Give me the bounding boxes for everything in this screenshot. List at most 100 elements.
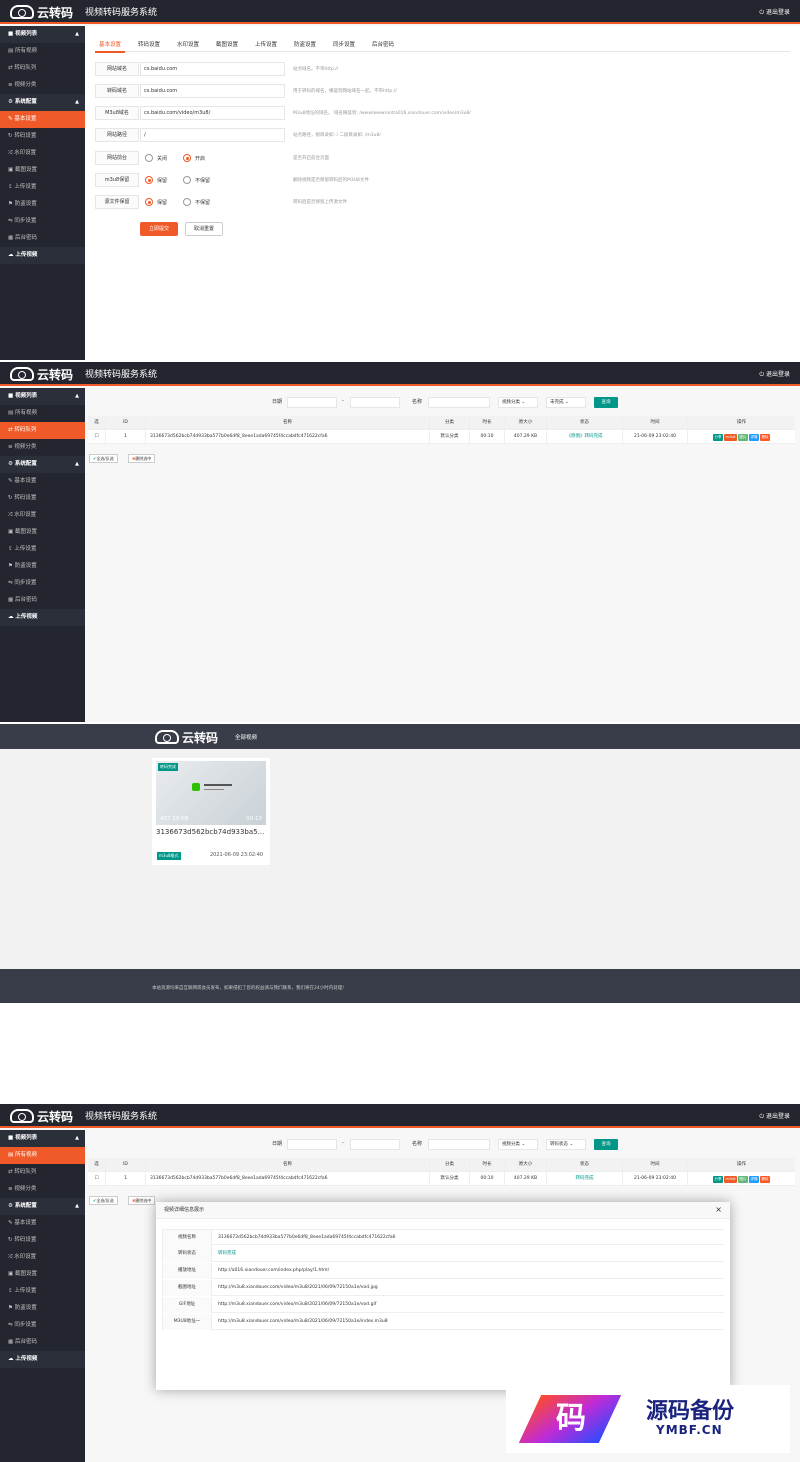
sidebar-item-upload-settings[interactable]: ⇪ 上传设置 — [0, 1283, 85, 1300]
reset-button[interactable]: 取消重置 — [185, 222, 223, 236]
tab-antitheft[interactable]: 防盗设置 — [294, 40, 316, 48]
date-start-input[interactable] — [287, 397, 337, 408]
sidebar-item-screenshot[interactable]: ▣ 截图设置 — [0, 162, 85, 179]
source-keep-radio[interactable]: 保留 — [145, 198, 167, 206]
nav-all-videos[interactable]: 全部视频 — [235, 733, 257, 741]
sidebar-item-queue[interactable]: ⇄ 转码队列 — [0, 1164, 85, 1181]
sidebar-item-category[interactable]: ≡ 视频分类 — [0, 1181, 85, 1198]
tab-password[interactable]: 后台密码 — [372, 40, 394, 48]
m3u8-button[interactable]: m3u8 — [723, 434, 738, 441]
m3u8-keep-radio[interactable]: 保留 — [145, 176, 167, 184]
sidebar-item-basic[interactable]: ✎ 基本设置 — [0, 111, 85, 128]
share-button[interactable]: 分享 — [712, 1176, 723, 1183]
source-nokeep-radio[interactable]: 不保留 — [183, 198, 210, 206]
sidebar-group-video[interactable]: ■ 视频列表 ▲ — [0, 26, 85, 43]
delete-selected-button[interactable]: ✖删除选中 — [128, 454, 156, 463]
search-button[interactable]: 查询 — [594, 397, 618, 408]
detail-button[interactable]: 详情 — [749, 1176, 760, 1183]
sidebar-group-video[interactable]: ■ 视频列表 ▲ — [0, 388, 85, 405]
tab-watermark[interactable]: 水印设置 — [177, 40, 199, 48]
m3u8-button[interactable]: m3u8 — [723, 1176, 738, 1183]
sidebar-group-config[interactable]: ⚙ 系统配置 ▲ — [0, 1198, 85, 1215]
status-select[interactable]: 转码状态 ⌄ — [546, 1139, 586, 1150]
video-thumbnail[interactable]: 转码完成 407.29 KB 00:10 — [156, 761, 266, 825]
logo[interactable]: 云转码 — [155, 728, 218, 746]
sidebar-item-queue[interactable]: ⇄ 转码队列 — [0, 60, 85, 77]
sidebar-item-password[interactable]: ▦ 后台密码 — [0, 592, 85, 609]
select-all-button[interactable]: ✔全选/反选 — [89, 1196, 118, 1205]
frontend-on-radio[interactable]: 开启 — [183, 154, 205, 162]
name-input[interactable] — [428, 1139, 490, 1150]
delete-button[interactable]: 删除 — [760, 1176, 771, 1183]
sidebar-item-category[interactable]: ≡ 视频分类 — [0, 77, 85, 94]
sidebar-group-config[interactable]: ⚙ 系统配置 ▲ — [0, 456, 85, 473]
sidebar-group-video[interactable]: ■ 视频列表 ▲ — [0, 1130, 85, 1147]
sidebar-item-basic[interactable]: ✎ 基本设置 — [0, 473, 85, 490]
category-select[interactable]: 视频分类 ⌄ — [498, 397, 538, 408]
select-all-button[interactable]: ✔全选/反选 — [89, 454, 118, 463]
transcode-domain-input[interactable]: cs.baidu.com — [140, 84, 285, 98]
date-end-input[interactable] — [350, 397, 400, 408]
tab-transcode[interactable]: 转码设置 — [138, 40, 160, 48]
sidebar-item-all-videos[interactable]: ▤ 所有视频 — [0, 43, 85, 60]
sidebar-item-screenshot[interactable]: ▣ 截图设置 — [0, 1266, 85, 1283]
site-path-input[interactable]: / — [140, 128, 285, 142]
sidebar-item-basic[interactable]: ✎ 基本设置 — [0, 1215, 85, 1232]
status-select[interactable]: 未完成 ⌄ — [546, 397, 586, 408]
sidebar-item-transcode[interactable]: ↻ 转码设置 — [0, 128, 85, 145]
tab-basic[interactable]: 基本设置 — [94, 40, 126, 53]
frontend-off-radio[interactable]: 关闭 — [145, 154, 167, 162]
sidebar-upload[interactable]: ☁ 上传视频 — [0, 247, 85, 264]
video-card[interactable]: 转码完成 407.29 KB 00:10 3136673d562bcb74d93… — [152, 758, 270, 865]
search-button[interactable]: 查询 — [594, 1139, 618, 1150]
logo[interactable]: 云转码 — [10, 3, 73, 21]
sidebar-item-password[interactable]: ▦ 后台密码 — [0, 1334, 85, 1351]
row-checkbox[interactable]: ☐ — [88, 430, 106, 444]
tab-upload[interactable]: 上传设置 — [255, 40, 277, 48]
logo[interactable]: 云转码 — [10, 1107, 73, 1125]
sidebar-item-antitheft[interactable]: ⚑ 防盗设置 — [0, 196, 85, 213]
category-select[interactable]: 视频分类 ⌄ — [498, 1139, 538, 1150]
sidebar-item-password[interactable]: ▦ 后台密码 — [0, 230, 85, 247]
share-button[interactable]: 分享 — [712, 434, 723, 441]
gif-url-link[interactable]: http://m3u8.xiandouer.com/video/m3u8/202… — [218, 1297, 376, 1313]
close-icon[interactable]: × — [715, 1206, 722, 1214]
date-start-input[interactable] — [287, 1139, 337, 1150]
detail-button[interactable]: 详情 — [749, 434, 760, 441]
sidebar-item-antitheft[interactable]: ⚑ 防盗设置 — [0, 558, 85, 575]
sidebar-item-category[interactable]: ≡ 视频分类 — [0, 439, 85, 456]
sidebar-item-upload-settings[interactable]: ⇪ 上传设置 — [0, 541, 85, 558]
logo[interactable]: 云转码 — [10, 365, 73, 383]
delete-selected-button[interactable]: ✖删除选中 — [128, 1196, 156, 1205]
tab-screenshot[interactable]: 截图设置 — [216, 40, 238, 48]
sidebar-item-transcode[interactable]: ↻ 转码设置 — [0, 1232, 85, 1249]
play-url-link[interactable]: http://a016.xiandouer.com/index.php/play… — [218, 1263, 329, 1279]
sidebar-item-watermark[interactable]: ⤮ 水印设置 — [0, 507, 85, 524]
submit-button[interactable]: 立即提交 — [140, 222, 178, 236]
tab-sync[interactable]: 同步设置 — [333, 40, 355, 48]
sidebar-item-all-videos[interactable]: ▤ 所有视频 — [0, 1147, 85, 1164]
logout-link[interactable]: ⏻ 退出登录 — [759, 369, 790, 379]
sidebar-item-sync[interactable]: ⇋ 同步设置 — [0, 575, 85, 592]
logout-link[interactable]: ⏻ 退出登录 — [759, 1111, 790, 1121]
sidebar-item-queue[interactable]: ⇄ 转码队列 — [0, 422, 85, 439]
sidebar-item-sync[interactable]: ⇋ 同步设置 — [0, 213, 85, 230]
delete-button[interactable]: 删除 — [760, 434, 771, 441]
row-checkbox[interactable]: ☐ — [88, 1172, 106, 1186]
sidebar-item-transcode[interactable]: ↻ 转码设置 — [0, 490, 85, 507]
date-end-input[interactable] — [350, 1139, 400, 1150]
sidebar-item-screenshot[interactable]: ▣ 截图设置 — [0, 524, 85, 541]
sidebar-item-watermark[interactable]: ⤮ 水印设置 — [0, 1249, 85, 1266]
sidebar-upload[interactable]: ☁ 上传视频 — [0, 1351, 85, 1368]
video-title[interactable]: 3136673d562bcb74d933ba5... — [156, 828, 264, 836]
logout-link[interactable]: ⏻ 退出登录 — [759, 7, 790, 17]
sidebar-group-config[interactable]: ⚙ 系统配置 ▲ — [0, 94, 85, 111]
name-input[interactable] — [428, 397, 490, 408]
sidebar-item-sync[interactable]: ⇋ 同步设置 — [0, 1317, 85, 1334]
screenshot-url-link[interactable]: http://m3u8.xiandouer.com/video/m3u8/202… — [218, 1280, 378, 1296]
m3u8-domain-input[interactable]: cs.baidu.com/video/m3u8/ — [140, 106, 285, 120]
sidebar-item-antitheft[interactable]: ⚑ 防盗设置 — [0, 1300, 85, 1317]
sidebar-item-upload-settings[interactable]: ⇪ 上传设置 — [0, 179, 85, 196]
image-button[interactable]: 图片 — [738, 1176, 749, 1183]
site-domain-input[interactable]: cs.baidu.com — [140, 62, 285, 76]
